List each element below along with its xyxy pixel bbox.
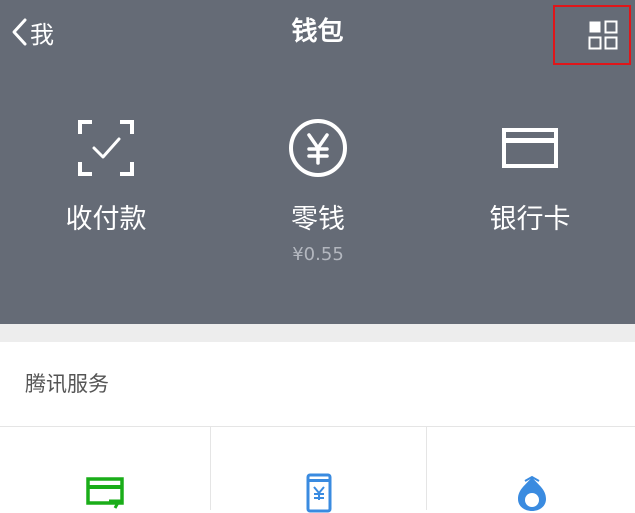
scan-check-icon bbox=[78, 120, 134, 176]
bank-card-icon bbox=[502, 128, 558, 168]
service-credit-card-repay[interactable] bbox=[0, 427, 209, 510]
change-balance-button[interactable]: 零钱 ¥0.55 bbox=[212, 118, 424, 288]
wealth-management-icon bbox=[517, 475, 546, 511]
pay-receive-button[interactable]: 收付款 bbox=[0, 118, 212, 288]
change-balance-label: 零钱 bbox=[291, 204, 345, 235]
change-balance-amount: ¥0.55 bbox=[292, 244, 344, 265]
more-menu-button[interactable] bbox=[553, 5, 631, 65]
credit-card-repay-icon bbox=[85, 477, 124, 509]
page-title: 钱包 bbox=[291, 17, 344, 47]
tencent-services-section: 腾讯服务 bbox=[0, 342, 635, 513]
mobile-topup-icon bbox=[306, 473, 331, 513]
wallet-actions: 收付款 零钱 ¥0.55 银行卡 bbox=[0, 118, 635, 288]
wallet-header: 我 钱包 收付款 零钱 ¥0.55 银行卡 bbox=[0, 0, 635, 324]
service-wealth-management[interactable] bbox=[426, 427, 635, 511]
grid-menu-icon bbox=[588, 20, 618, 50]
section-gap bbox=[0, 324, 635, 342]
pay-receive-label: 收付款 bbox=[65, 204, 147, 235]
bank-card-button[interactable]: 银行卡 bbox=[424, 118, 635, 288]
section-title: 腾讯服务 bbox=[25, 372, 109, 396]
service-mobile-topup[interactable] bbox=[210, 427, 426, 513]
services-grid bbox=[0, 427, 635, 513]
bank-card-label: 银行卡 bbox=[489, 204, 571, 235]
yuan-circle-icon bbox=[289, 119, 347, 177]
